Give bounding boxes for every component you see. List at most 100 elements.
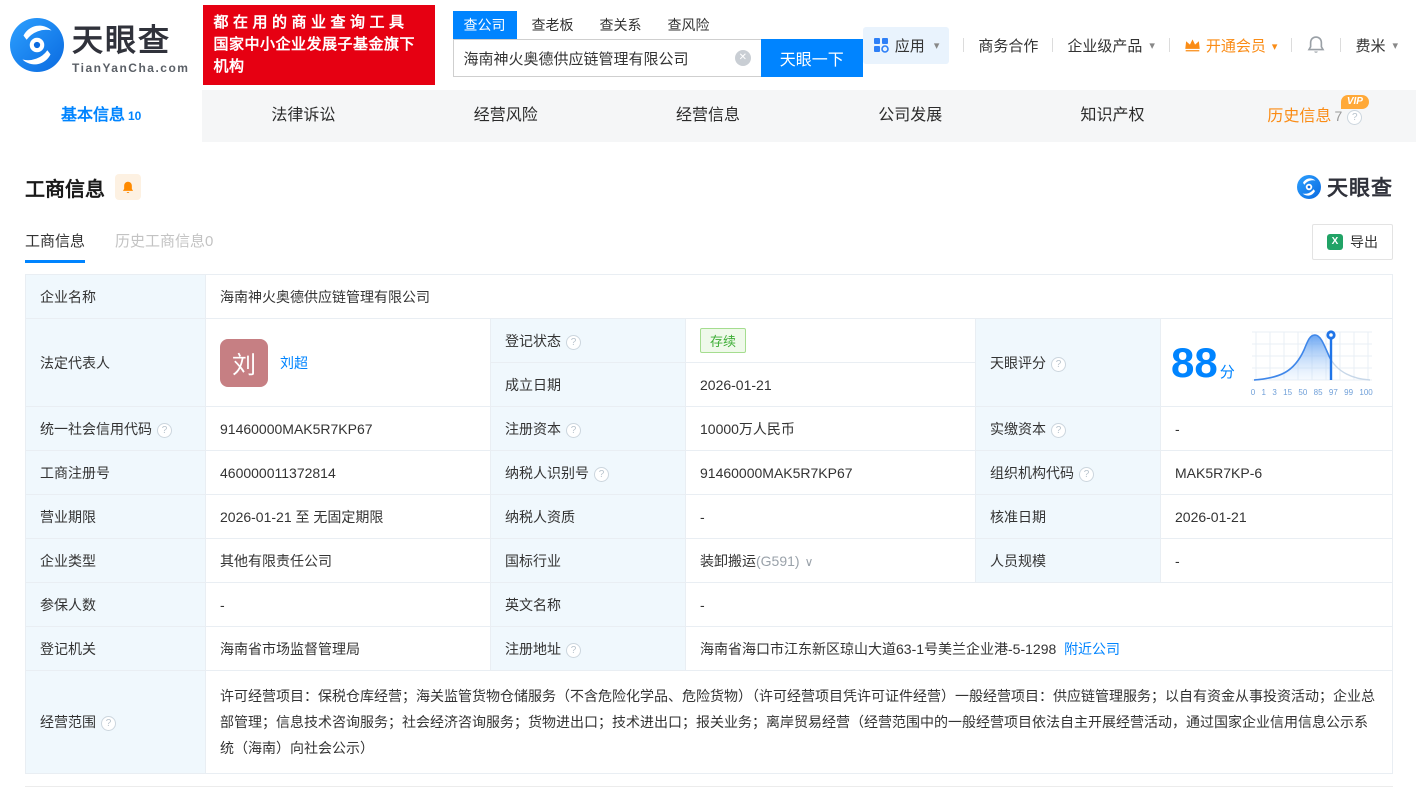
- business-term: 2026-01-21 至 无固定期限: [205, 494, 491, 539]
- organization-code: MAK5R7KP-6: [1160, 450, 1393, 495]
- english-name: -: [685, 582, 1393, 627]
- business-scope: 许可经营项目：保税仓库经营；海关监管货物仓储服务（不含危险化学品、危险货物）（许…: [205, 670, 1393, 774]
- field-label: 营业期限: [25, 494, 206, 539]
- field-label: 企业类型: [25, 538, 206, 583]
- field-label: 登记状态: [490, 318, 686, 363]
- bell-icon: [122, 181, 134, 193]
- brand-name: 天眼查: [72, 23, 171, 58]
- registered-address: 海南省海口市江东新区琼山大道63-1号美兰企业港-5-1298: [700, 640, 1057, 657]
- help-icon[interactable]: [1051, 422, 1066, 438]
- chevron-down-icon[interactable]: [800, 553, 814, 569]
- search-block: 查公司 查老板 查关系 查风险 天眼一下: [452, 11, 863, 77]
- divider: [1291, 38, 1293, 52]
- help-icon[interactable]: [1347, 110, 1363, 125]
- excel-icon: [1327, 234, 1343, 250]
- vip-badge: VIP: [1340, 95, 1369, 109]
- chevron-down-icon: [1271, 37, 1278, 54]
- registered-address-cell: 海南省海口市江东新区琼山大道63-1号美兰企业港-5-1298 附近公司: [685, 626, 1393, 671]
- field-label: 企业名称: [25, 274, 206, 319]
- insured-count: -: [205, 582, 491, 627]
- approval-date: 2026-01-21: [1160, 494, 1393, 539]
- nav-cooperation[interactable]: 商务合作: [978, 35, 1038, 56]
- search-tab-relation[interactable]: 查关系: [589, 11, 653, 39]
- subtab-business-info[interactable]: 工商信息: [25, 230, 86, 263]
- legal-representative-cell: 刘 刘超: [205, 318, 491, 407]
- tab-company-development[interactable]: 公司发展: [809, 90, 1011, 142]
- tab-operating-risk[interactable]: 经营风险: [405, 90, 607, 142]
- score-distribution-chart: 0 1 3 15 50 85 97 99 100: [1251, 328, 1373, 397]
- field-label: 法定代表人: [25, 318, 206, 407]
- divider: [1168, 38, 1170, 52]
- taxpayer-quality: -: [685, 494, 976, 539]
- tab-basic-info[interactable]: 基本信息 10: [0, 90, 203, 142]
- watermark-logo: 天眼查: [1297, 172, 1393, 202]
- top-header: 天眼查 TianYanCha.com 都在用的商业查询工具 国家中小企业发展子基…: [0, 0, 1416, 90]
- field-label: 注册地址: [490, 626, 686, 671]
- help-icon[interactable]: [566, 422, 581, 438]
- industry-cell[interactable]: 装卸搬运(G591): [685, 538, 976, 583]
- table-row: 参保人数 - 英文名称 -: [25, 582, 1393, 627]
- help-icon[interactable]: [594, 466, 609, 482]
- tianyan-score-cell: 88 分 0 1 3 15 50 85 97 99 100: [1160, 318, 1393, 407]
- registration-number: 460000011372814: [205, 450, 491, 495]
- table-row: 统一社会信用代码 91460000MAK5R7KP67 注册资本 10000万人…: [25, 406, 1393, 451]
- score-value[interactable]: 88 分: [1171, 341, 1235, 384]
- nearby-companies-link[interactable]: 附近公司: [1064, 641, 1120, 657]
- table-row: 工商注册号 460000011372814 纳税人识别号 91460000MAK…: [25, 450, 1393, 495]
- field-label: 纳税人识别号: [490, 450, 686, 495]
- table-row: 法定代表人 刘 刘超 登记状态 存续 天眼评分 88分: [25, 318, 1393, 407]
- tab-legal-proceedings[interactable]: 法律诉讼: [202, 90, 404, 142]
- field-label: 成立日期: [490, 362, 686, 407]
- search-input[interactable]: [452, 39, 761, 77]
- field-label: 国标行业: [490, 538, 686, 583]
- help-icon[interactable]: [1079, 466, 1094, 482]
- notification-bell-icon[interactable]: [1306, 35, 1326, 55]
- apps-menu[interactable]: 应用: [862, 26, 950, 64]
- help-icon[interactable]: [566, 642, 581, 658]
- export-button[interactable]: 导出: [1312, 224, 1393, 260]
- field-label: 参保人数: [25, 582, 206, 627]
- nav-username[interactable]: 费米: [1355, 35, 1398, 56]
- business-info-table: 企业名称 海南神火奥德供应链管理有限公司 法定代表人 刘 刘超 登记状态 存续 …: [25, 274, 1393, 774]
- help-icon[interactable]: [566, 334, 581, 350]
- paid-capital: -: [1160, 406, 1393, 451]
- help-icon[interactable]: [1051, 356, 1066, 372]
- search-tabs: 查公司 查老板 查关系 查风险: [452, 11, 863, 39]
- staff-size: -: [1160, 538, 1393, 583]
- registration-status: 存续: [685, 318, 976, 363]
- help-icon[interactable]: [157, 422, 172, 438]
- brand-domain: TianYanCha.com: [72, 61, 190, 75]
- nav-vip-upgrade[interactable]: 开通会员: [1184, 35, 1278, 56]
- nav-enterprise[interactable]: 企业级产品: [1067, 35, 1155, 56]
- table-row: 登记机关 海南省市场监督管理局 注册地址 海南省海口市江东新区琼山大道63-1号…: [25, 626, 1393, 671]
- company-main-tabs: 基本信息 10 法律诉讼 经营风险 经营信息 公司发展 知识产权 VIP 历史信息…: [0, 90, 1416, 142]
- tianyancha-logo-icon: [10, 18, 64, 72]
- slogan-banner: 都在用的商业查询工具 国家中小企业发展子基金旗下机构: [203, 5, 435, 85]
- top-nav: 应用 商务合作 企业级产品 开通会员 费米: [862, 26, 1398, 64]
- legal-representative-link[interactable]: 刘超: [280, 353, 308, 373]
- tianyancha-logo[interactable]: 天眼查 TianYanCha.com: [10, 15, 189, 75]
- tab-history-info[interactable]: VIP 历史信息 7: [1214, 90, 1416, 142]
- status-badge: 存续: [700, 328, 747, 353]
- tab-count: 10: [127, 109, 142, 123]
- section-divider: [25, 786, 1393, 804]
- tab-intellectual-property[interactable]: 知识产权: [1011, 90, 1213, 142]
- help-icon[interactable]: [101, 716, 116, 731]
- search-button[interactable]: 天眼一下: [760, 39, 863, 77]
- search-tab-boss[interactable]: 查老板: [521, 11, 585, 39]
- divider: [963, 38, 965, 52]
- search-tab-company[interactable]: 查公司: [452, 11, 517, 39]
- company-type: 其他有限责任公司: [205, 538, 491, 583]
- monitor-bell-button[interactable]: [115, 174, 141, 200]
- clear-icon[interactable]: [734, 50, 751, 66]
- tianyancha-mini-icon: [1297, 175, 1321, 199]
- tab-business-info[interactable]: 经营信息: [607, 90, 809, 142]
- established-date: 2026-01-21: [685, 362, 976, 407]
- credit-code: 91460000MAK5R7KP67: [205, 406, 491, 451]
- table-row: 企业类型 其他有限责任公司 国标行业 装卸搬运(G591) 人员规模 -: [25, 538, 1393, 583]
- table-row: 经营范围 许可经营项目：保税仓库经营；海关监管货物仓储服务（不含危险化学品、危险…: [25, 670, 1393, 774]
- subtab-history-business-info[interactable]: 历史工商信息0: [115, 230, 213, 263]
- avatar[interactable]: 刘: [220, 338, 268, 387]
- field-label: 核准日期: [975, 494, 1161, 539]
- search-tab-risk[interactable]: 查风险: [657, 11, 721, 39]
